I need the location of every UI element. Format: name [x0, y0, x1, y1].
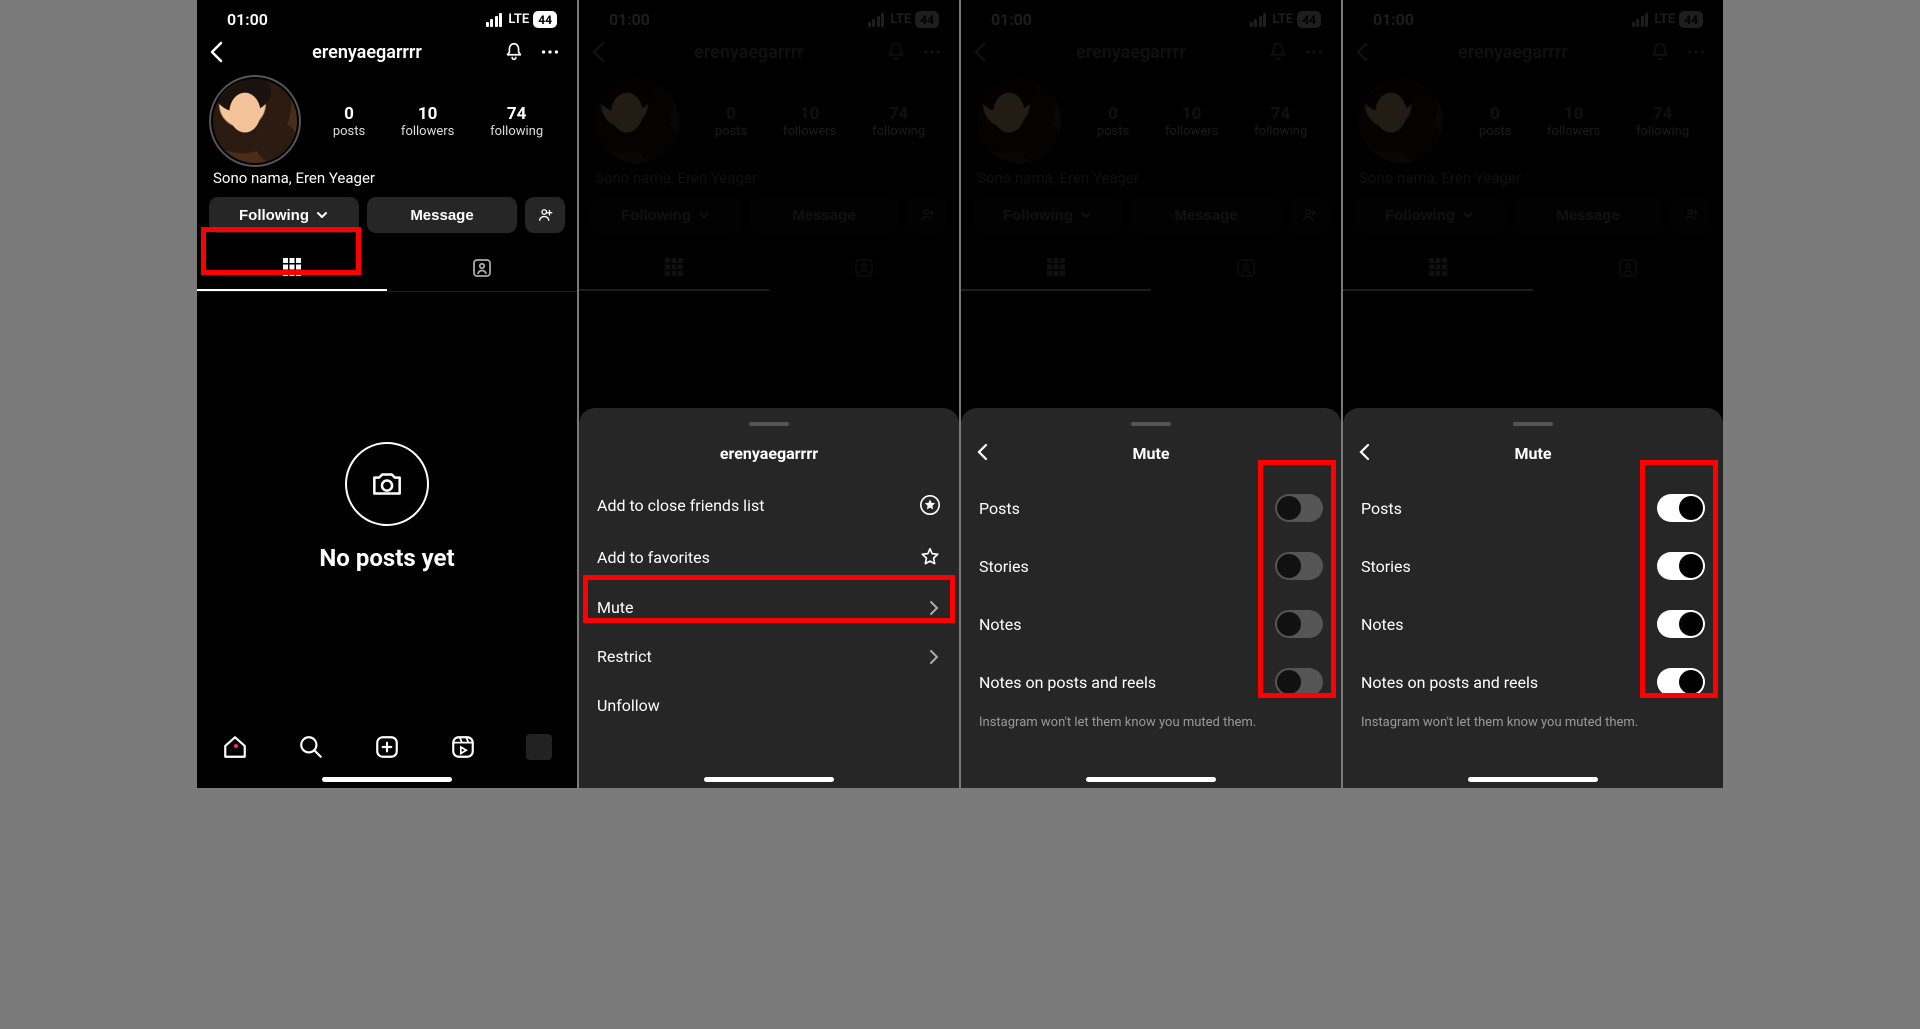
home-indicator: [1468, 777, 1598, 782]
tab-tagged[interactable]: [387, 245, 577, 291]
mute-option-label: Notes: [1361, 615, 1404, 634]
screen-mute-on: 01:00LTE44 erenyaegarrrr 0posts10followe…: [1343, 0, 1723, 788]
mute-option-label: Stories: [1361, 557, 1411, 576]
sheet-title: Mute: [961, 438, 1341, 479]
search-icon[interactable]: [298, 734, 324, 760]
chevron-right-icon: [927, 599, 941, 617]
mute-option-posts: Posts: [961, 479, 1341, 537]
stat-posts[interactable]: 0 posts: [333, 104, 365, 139]
sheet-item-restrict[interactable]: Restrict: [579, 632, 959, 681]
stat-following[interactable]: 74 following: [490, 104, 543, 139]
star-circle-icon: [919, 494, 941, 516]
mute-option-label: Posts: [979, 499, 1020, 518]
sheet-item-label: Add to close friends list: [597, 496, 764, 515]
battery-badge: 44: [533, 11, 557, 28]
profile-nav: erenyaegarrrr: [197, 33, 577, 71]
action-row: Following Message: [197, 197, 577, 233]
toggle-notes[interactable]: [1275, 610, 1323, 638]
stat-followers[interactable]: 10 followers: [401, 104, 454, 139]
bell-icon[interactable]: [503, 41, 529, 63]
toggle-notes[interactable]: [1657, 610, 1705, 638]
reels-icon[interactable]: [450, 734, 476, 760]
toggle-notes-posts-reels[interactable]: [1657, 668, 1705, 696]
chevron-right-icon: [927, 648, 941, 666]
message-button[interactable]: Message: [367, 197, 517, 233]
mute-option-label: Posts: [1361, 499, 1402, 518]
sheet-back-icon[interactable]: [975, 442, 989, 462]
screen-mute-off: 01:00LTE44 erenyaegarrrr 0posts10followe…: [961, 0, 1341, 788]
mute-sheet: Mute Posts Stories Notes Notes on posts …: [1343, 408, 1723, 788]
sheet-grabber[interactable]: [1131, 422, 1171, 426]
mute-option-posts: Posts: [1343, 479, 1723, 537]
star-outline-icon: [919, 546, 941, 568]
profile-stats-row: 0 posts 10 followers 74 following: [197, 71, 577, 167]
empty-state: No posts yet: [197, 442, 577, 572]
sheet-item-favorites[interactable]: Add to favorites: [579, 531, 959, 583]
sheet-item-label: Add to favorites: [597, 548, 710, 567]
empty-text: No posts yet: [197, 544, 577, 572]
sheet-back-icon[interactable]: [1357, 442, 1371, 462]
sheet-grabber[interactable]: [1513, 422, 1553, 426]
mute-option-notes: Notes: [961, 595, 1341, 653]
toggle-notes-posts-reels[interactable]: [1275, 668, 1323, 696]
mute-option-label: Notes on posts and reels: [1361, 673, 1538, 692]
profile-tab-icon[interactable]: [526, 734, 552, 760]
mute-option-stories: Stories: [1343, 537, 1723, 595]
mute-option-label: Stories: [979, 557, 1029, 576]
home-indicator: [1086, 777, 1216, 782]
toggle-stories[interactable]: [1657, 552, 1705, 580]
mute-option-notes-posts-reels: Notes on posts and reels: [1343, 653, 1723, 711]
tab-grid[interactable]: [197, 245, 387, 291]
mute-option-notes-posts-reels: Notes on posts and reels: [961, 653, 1341, 711]
mute-option-stories: Stories: [961, 537, 1341, 595]
toggle-posts[interactable]: [1275, 494, 1323, 522]
sheet-item-label: Unfollow: [597, 696, 660, 715]
sheet-grabber[interactable]: [749, 422, 789, 426]
sheet-title: Mute: [1343, 438, 1723, 479]
profile-bio: Sono nama, Eren Yeager: [197, 167, 577, 197]
sheet-item-unfollow[interactable]: Unfollow: [579, 681, 959, 730]
sheet-item-label: Restrict: [597, 647, 652, 666]
back-icon[interactable]: [209, 41, 231, 63]
home-indicator: [322, 777, 452, 782]
following-button[interactable]: Following: [209, 197, 359, 233]
mute-footnote: Instagram won't let them know you muted …: [1343, 711, 1723, 734]
network-label: LTE: [508, 12, 529, 27]
toggle-posts[interactable]: [1657, 494, 1705, 522]
screen-following-sheet: 01:00LTE44 erenyaegarrrr 0posts10followe…: [579, 0, 959, 788]
toggle-stories[interactable]: [1275, 552, 1323, 580]
mute-option-label: Notes: [979, 615, 1022, 634]
sheet-item-label: Mute: [597, 598, 634, 617]
status-bar: 01:00 LTE 44: [197, 0, 577, 33]
create-icon[interactable]: [374, 734, 400, 760]
status-time: 01:00: [227, 10, 268, 29]
profile-tabs: [197, 245, 577, 292]
screen-profile: 01:00 LTE 44 erenyaegarrrr 0: [197, 0, 577, 788]
mute-sheet: Mute Posts Stories Notes Notes on posts …: [961, 408, 1341, 788]
sheet-item-mute[interactable]: Mute: [579, 583, 959, 632]
profile-username: erenyaegarrrr: [241, 42, 493, 63]
home-indicator: [704, 777, 834, 782]
following-sheet: erenyaegarrrr Add to close friends list …: [579, 408, 959, 788]
camera-icon: [345, 442, 429, 526]
mute-option-notes: Notes: [1343, 595, 1723, 653]
status-right: LTE 44: [486, 11, 557, 28]
avatar[interactable]: [213, 79, 297, 163]
mute-option-label: Notes on posts and reels: [979, 673, 1156, 692]
home-notification-dot: [234, 744, 238, 748]
more-icon[interactable]: [539, 41, 565, 63]
signal-icon: [486, 13, 503, 27]
mute-footnote: Instagram won't let them know you muted …: [961, 711, 1341, 734]
sheet-item-close-friends[interactable]: Add to close friends list: [579, 479, 959, 531]
add-friend-button[interactable]: [525, 197, 565, 233]
sheet-title: erenyaegarrrr: [579, 438, 959, 479]
